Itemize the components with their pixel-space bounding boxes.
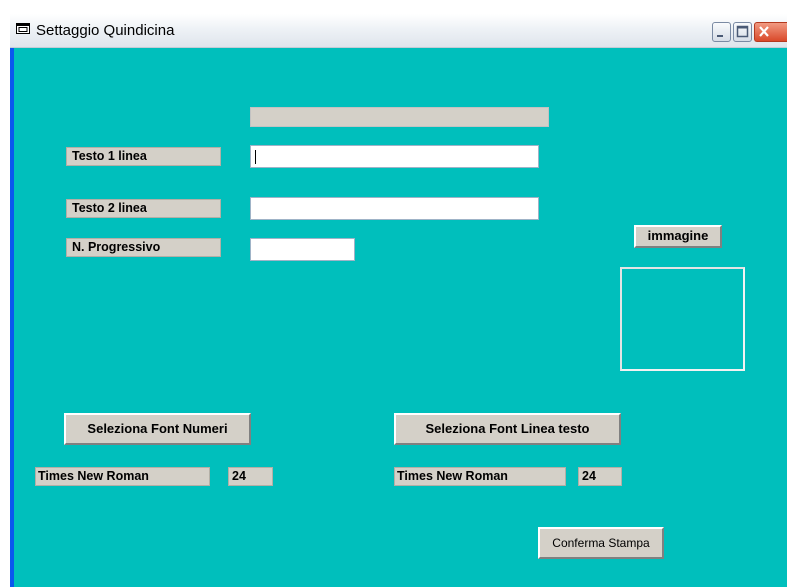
testo1-input[interactable] xyxy=(250,145,539,168)
immagine-button[interactable]: immagine xyxy=(634,225,722,248)
close-icon xyxy=(759,26,769,37)
minimize-button[interactable] xyxy=(712,22,731,42)
testo2-input[interactable] xyxy=(250,197,539,220)
select-font-numbers-button[interactable]: Seleziona Font Numeri xyxy=(64,413,251,445)
select-font-text-button[interactable]: Seleziona Font Linea testo xyxy=(394,413,621,445)
title-bar[interactable]: Settaggio Quindicina xyxy=(10,14,787,48)
font-numbers-size: 24 xyxy=(228,467,273,486)
confirm-print-button[interactable]: Conferma Stampa xyxy=(538,527,664,559)
header-field xyxy=(250,107,549,127)
window-title: Settaggio Quindicina xyxy=(36,22,175,39)
progressivo-label: N. Progressivo xyxy=(66,238,221,257)
minimize-icon xyxy=(717,35,723,37)
font-text-name: Times New Roman xyxy=(394,467,566,486)
text-cursor xyxy=(255,150,256,164)
close-button[interactable] xyxy=(754,22,787,42)
font-text-size: 24 xyxy=(578,467,622,486)
progressivo-input[interactable] xyxy=(250,238,355,261)
testo2-label: Testo 2 linea xyxy=(66,199,221,218)
window-app-icon[interactable] xyxy=(16,23,30,34)
image-frame xyxy=(620,267,745,371)
testo1-label: Testo 1 linea xyxy=(66,147,221,166)
app-window: Settaggio Quindicina Testo 1 linea Testo… xyxy=(10,14,787,587)
client-area: Testo 1 linea Testo 2 linea N. Progressi… xyxy=(14,48,787,587)
font-numbers-name: Times New Roman xyxy=(35,467,210,486)
maximize-icon xyxy=(736,25,749,38)
maximize-button[interactable] xyxy=(733,22,752,42)
